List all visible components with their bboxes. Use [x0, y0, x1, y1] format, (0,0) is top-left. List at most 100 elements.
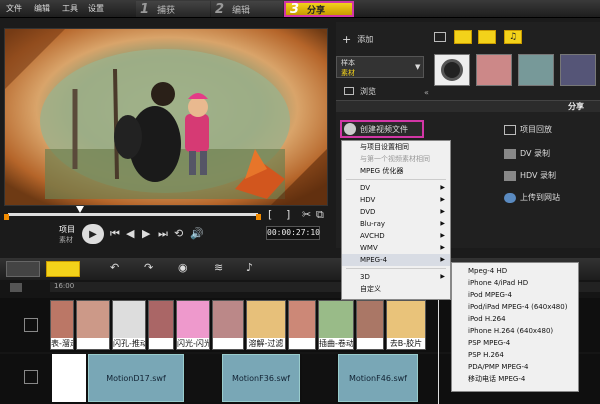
- mode-clip[interactable]: 素材: [59, 235, 73, 245]
- submenu-item[interactable]: iPod MPEG-4: [452, 289, 578, 301]
- clip-5[interactable]: 闪光-闪光: [176, 300, 210, 350]
- record-icon[interactable]: ◉: [178, 261, 188, 274]
- image-filter-icon[interactable]: [478, 30, 496, 44]
- tab-capture[interactable]: 1 捕获: [136, 1, 210, 17]
- menu-item-label: WMV: [360, 244, 378, 252]
- menu-item-same-as-project[interactable]: 与项目设置相同: [342, 141, 450, 153]
- menu-settings[interactable]: 设置: [88, 3, 104, 14]
- clip-caption: [213, 338, 243, 349]
- folder-icon[interactable]: [434, 32, 446, 42]
- audio-mix-icon[interactable]: ≋: [214, 261, 223, 274]
- submenu-item[interactable]: iPhone 4/iPad HD: [452, 277, 578, 289]
- top-menu-bar: 文件 编辑 工具 设置 1 捕获 2 编辑 3 分享: [0, 0, 600, 18]
- menu-item-bluray[interactable]: Blu-ray ▶: [342, 218, 450, 230]
- menu-item-mpeg-optimizer[interactable]: MPEG 优化器: [342, 165, 450, 177]
- clip-2[interactable]: [76, 300, 110, 350]
- menu-item-mpeg4[interactable]: MPEG-4 ▶: [342, 254, 450, 266]
- globe-icon: [504, 192, 516, 203]
- trim-out-marker[interactable]: [256, 214, 261, 220]
- video-filter-icon[interactable]: [454, 30, 472, 44]
- overlay-clip-1[interactable]: MotionD17.swf: [88, 354, 184, 402]
- menu-tools[interactable]: 工具: [62, 3, 78, 14]
- clip-8[interactable]: [288, 300, 316, 350]
- next-frame-icon[interactable]: ▶: [142, 227, 150, 240]
- library-dropdown[interactable]: 样本 素材 ▼: [336, 56, 424, 78]
- submenu-item[interactable]: iPod H.264: [452, 313, 578, 325]
- collapse-icon[interactable]: «: [424, 88, 434, 98]
- upload-web-button[interactable]: 上传到网站: [504, 192, 560, 203]
- menu-edit[interactable]: 编辑: [34, 3, 50, 14]
- browse-label: 浏览: [360, 86, 376, 96]
- repeat-icon[interactable]: ⟲: [174, 227, 183, 240]
- split-icon[interactable]: ✂: [302, 208, 311, 221]
- storyboard-view-icon[interactable]: [6, 261, 40, 277]
- prev-frame-icon[interactable]: ◀: [126, 227, 134, 240]
- volume-icon[interactable]: 🔊: [190, 227, 204, 240]
- menu-item-3d[interactable]: 3D ▶: [342, 271, 450, 283]
- home-icon[interactable]: ⏮: [110, 227, 120, 241]
- overlay-thumb[interactable]: [52, 354, 86, 402]
- auto-music-icon[interactable]: ♪: [246, 261, 253, 274]
- tab-share[interactable]: 3 分享: [284, 1, 354, 17]
- undo-icon[interactable]: ↶: [110, 261, 119, 274]
- menu-item-hdv[interactable]: HDV ▶: [342, 194, 450, 206]
- menu-item-custom[interactable]: 自定义: [342, 283, 450, 295]
- playhead[interactable]: [438, 292, 439, 404]
- trim-in-marker[interactable]: [4, 214, 9, 220]
- thumb-photo-3[interactable]: [560, 54, 596, 86]
- menu-item-wmv[interactable]: WMV ▶: [342, 242, 450, 254]
- mode-project[interactable]: 项目: [59, 224, 75, 235]
- audio-filter-icon[interactable]: ♫: [504, 30, 522, 44]
- dv-record-button[interactable]: DV 录制: [504, 148, 550, 159]
- mark-in-icon[interactable]: [: [268, 208, 272, 221]
- timecode-display[interactable]: 00:00:27:10: [266, 226, 320, 240]
- menu-item-dv[interactable]: DV ▶: [342, 182, 450, 194]
- menu-item-avchd[interactable]: AVCHD ▶: [342, 230, 450, 242]
- clip-caption: [149, 338, 173, 349]
- clip-11[interactable]: 去B-胶片: [386, 300, 426, 350]
- create-video-button[interactable]: 创建视频文件: [340, 120, 424, 138]
- thumb-photo-2[interactable]: [518, 54, 554, 86]
- clip-6[interactable]: [212, 300, 244, 350]
- end-icon[interactable]: ⏭: [158, 227, 168, 241]
- overlay-clip-3[interactable]: MotionF46.swf: [338, 354, 418, 402]
- clip-7[interactable]: 溶解-过滤: [246, 300, 286, 350]
- clip-3[interactable]: 闪孔-推动: [112, 300, 146, 350]
- track-manager-icon[interactable]: [10, 283, 22, 292]
- submenu-item[interactable]: PDA/PMP MPEG-4: [452, 361, 578, 373]
- mpeg4-submenu: Mpeg-4 HD iPhone 4/iPad HD iPod MPEG-4 i…: [451, 262, 579, 392]
- thumb-photo-1[interactable]: [476, 54, 512, 86]
- scrub-bar[interactable]: [ ] ✂ ⧉: [4, 206, 328, 222]
- play-button[interactable]: ▶: [82, 224, 104, 244]
- menu-file[interactable]: 文件: [6, 3, 22, 14]
- redo-icon[interactable]: ↷: [144, 261, 153, 274]
- chevron-down-icon: ▼: [415, 63, 421, 71]
- mark-out-icon[interactable]: ]: [286, 208, 290, 221]
- submenu-item[interactable]: iPhone H.264 (640x480): [452, 325, 578, 337]
- clip-9[interactable]: 插曲-卷动: [318, 300, 354, 350]
- clip-4[interactable]: [148, 300, 174, 350]
- browse-button[interactable]: 浏览: [336, 82, 424, 100]
- clip-10[interactable]: [356, 300, 384, 350]
- scrub-handle[interactable]: [76, 206, 84, 213]
- submenu-item[interactable]: PSP H.264: [452, 349, 578, 361]
- tab-edit[interactable]: 2 编辑: [211, 1, 283, 17]
- submenu-item[interactable]: Mpeg-4 HD: [452, 265, 578, 277]
- project-playback-button[interactable]: 项目回放: [504, 124, 552, 135]
- menu-item-dvd[interactable]: DVD ▶: [342, 206, 450, 218]
- hdv-record-button[interactable]: HDV 录制: [504, 170, 556, 181]
- thumb-audio[interactable]: [434, 54, 470, 86]
- submenu-item[interactable]: PSP MPEG-4: [452, 337, 578, 349]
- clip-caption: 溶解-过滤: [247, 338, 285, 349]
- fullscreen-icon[interactable]: ⧉: [316, 208, 324, 222]
- scrub-track[interactable]: [8, 213, 258, 216]
- overlay-clip-label: MotionF46.swf: [349, 373, 407, 383]
- timeline-view-icon[interactable]: [46, 261, 80, 277]
- submenu-item[interactable]: iPod/iPad MPEG-4 (640x480): [452, 301, 578, 313]
- menu-separator: [346, 179, 446, 180]
- clip-1[interactable]: 表-溜走: [50, 300, 74, 350]
- add-button[interactable]: + 添加: [336, 28, 424, 50]
- submenu-item[interactable]: 移动电话 MPEG-4: [452, 373, 578, 385]
- overlay-clip-2[interactable]: MotionF36.swf: [222, 354, 300, 402]
- clip-caption: [357, 338, 383, 349]
